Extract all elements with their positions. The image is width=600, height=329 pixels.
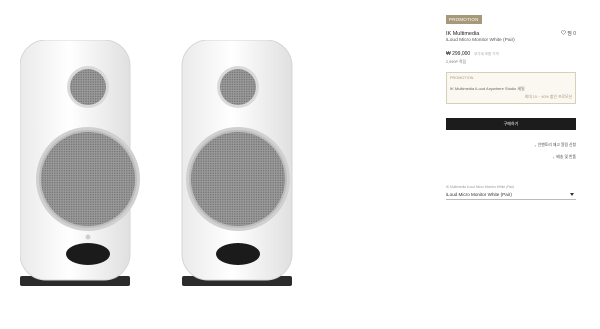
chevron-left-icon: ‹ bbox=[553, 155, 555, 160]
product-info-panel: PROMOTION IK Multimedia 찜 0 iLoud Micro … bbox=[446, 8, 576, 200]
option-select[interactable]: iLoud Micro Monitor White (Pair) bbox=[446, 190, 576, 200]
wish-button[interactable]: 찜 0 bbox=[561, 30, 576, 37]
heart-icon bbox=[561, 30, 567, 37]
stock-alert-label: 인벤토리 재고 알림 신청 bbox=[537, 143, 576, 147]
brand-name[interactable]: IK Multimedia bbox=[446, 31, 479, 37]
promotion-box-line: IK Multimedia iLoud Anywhere Studio 세일 bbox=[450, 86, 525, 91]
option-selected-value: iLoud Micro Monitor White (Pair) bbox=[446, 192, 512, 197]
option-caption: IK Multimedia iLoud Micro Monitor White … bbox=[446, 185, 515, 189]
chevron-left-icon: ‹ bbox=[534, 143, 536, 148]
promotion-box-sub: 최대 15 ~ 40% 할인 프로모션 bbox=[524, 95, 572, 99]
buy-button[interactable]: 구매하기 bbox=[446, 118, 576, 130]
speaker-left bbox=[20, 40, 140, 286]
product-name: iLoud Micro Monitor White (Pair) bbox=[446, 38, 515, 43]
wish-label: 찜 0 bbox=[567, 31, 576, 37]
brand-row: IK Multimedia 찜 0 bbox=[446, 30, 576, 37]
price-note: 부가세 포함 가격 bbox=[474, 52, 499, 56]
price-row: ₩ 299,000 부가세 포함 가격 bbox=[446, 51, 576, 57]
points: 2,990P 적립 bbox=[446, 60, 467, 64]
promotion-box-title: PROMOTION bbox=[450, 76, 474, 80]
product-image-gallery[interactable] bbox=[0, 0, 420, 329]
shipping-returns-link[interactable]: ‹ 배송 및 반품 bbox=[446, 155, 576, 160]
caret-down-icon bbox=[570, 193, 574, 196]
promotion-box[interactable]: PROMOTION IK Multimedia iLoud Anywhere S… bbox=[446, 72, 576, 104]
speaker-right bbox=[181, 40, 293, 286]
promotion-badge: PROMOTION bbox=[446, 15, 482, 24]
product-image bbox=[20, 40, 293, 286]
stock-alert-link[interactable]: ‹ 인벤토리 재고 알림 신청 bbox=[446, 143, 576, 148]
price: ₩ 299,000 bbox=[446, 51, 471, 57]
shipping-returns-label: 배송 및 반품 bbox=[556, 155, 576, 159]
